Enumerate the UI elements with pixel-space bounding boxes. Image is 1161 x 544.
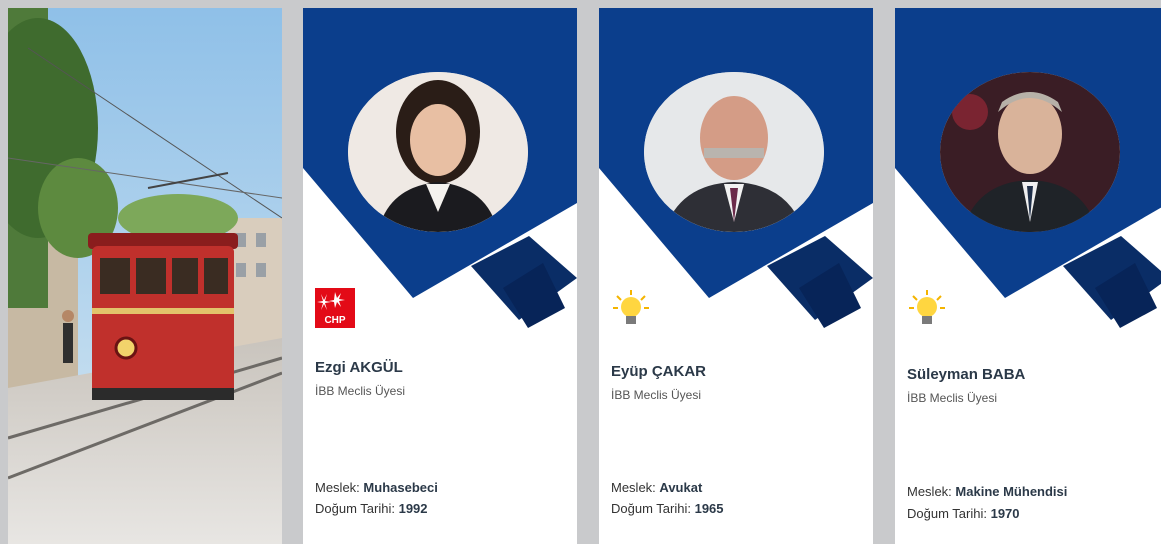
birth-line: Doğum Tarihi: 1970 [907,506,1020,521]
birth-value: 1970 [990,506,1020,521]
member-name: Ezgi AKGÜL [315,359,403,376]
chp-logo-text: CHP [324,315,345,326]
akp-bulb-icon [611,288,651,328]
profession-label: Meslek: [907,484,952,499]
birth-line: Doğum Tarihi: 1992 [315,501,428,516]
member-role: İBB Meclis Üyesi [611,388,702,402]
birth-label: Doğum Tarihi: [907,506,987,521]
profession-value: Makine Mühendisi [955,484,1068,499]
member-name: Süleyman BABA [907,366,1026,383]
chp-logo-icon: CHP [315,288,355,328]
akp-bulb-icon [907,288,947,328]
member-role: İBB Meclis Üyesi [315,384,406,398]
member-card-1[interactable]: CHP Ezgi AKGÜL İBB Meclis Üyesi Meslek: … [303,8,577,544]
birth-label: Doğum Tarihi: [315,501,395,516]
profession-line: Meslek: Makine Mühendisi [907,484,1067,499]
profession-value: Avukat [659,480,703,495]
tram-photo [8,8,282,544]
birth-label: Doğum Tarihi: [611,501,691,516]
birth-value: 1965 [694,501,724,516]
member-role: İBB Meclis Üyesi [907,391,998,405]
birth-value: 1992 [398,501,428,516]
member-photo [644,72,824,232]
profession-line: Meslek: Muhasebeci [315,480,438,495]
profession-line: Meslek: Avukat [611,480,702,495]
member-photo [940,72,1120,232]
profession-label: Meslek: [611,480,656,495]
member-name: Eyüp ÇAKAR [611,363,707,380]
member-photo [348,72,528,232]
birth-line: Doğum Tarihi: 1965 [611,501,724,516]
profession-value: Muhasebeci [363,480,438,495]
member-card-3[interactable]: Süleyman BABA İBB Meclis Üyesi Meslek: M… [895,8,1161,544]
member-card-2[interactable]: Eyüp ÇAKAR İBB Meclis Üyesi Meslek: Avuk… [599,8,873,544]
profession-label: Meslek: [315,480,360,495]
